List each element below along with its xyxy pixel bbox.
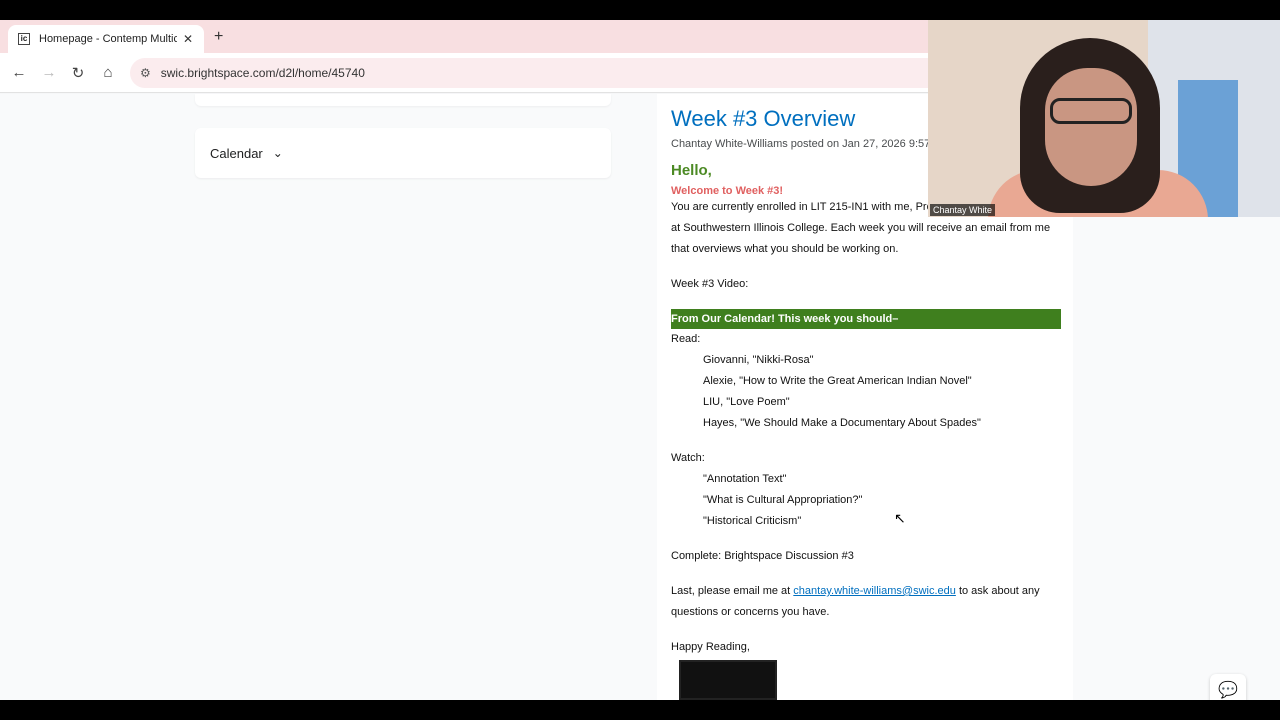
presenter-face	[1045, 68, 1137, 186]
site-info-icon[interactable]: ⚙	[140, 66, 151, 80]
presenter-name-label: Chantay White	[930, 204, 996, 216]
video-label: Week #3 Video:	[671, 278, 749, 290]
complete-line: Complete: Brightspace Discussion #3	[671, 550, 854, 562]
list-item: Alexie, "How to Write the Great American…	[703, 375, 972, 387]
back-icon[interactable]: ←	[10, 64, 28, 81]
signature-image	[679, 660, 777, 700]
reload-icon[interactable]: ↻	[69, 64, 87, 82]
watch-list: "Annotation Text" "What is Cultural Appr…	[671, 469, 1059, 532]
active-tab[interactable]: ic Homepage - Contemp Multicul ✕	[8, 25, 204, 53]
email-link[interactable]: chantay.white-williams@swic.edu	[793, 585, 956, 597]
list-item: "Historical Criticism"	[703, 515, 802, 527]
list-item: "What is Cultural Appropriation?"	[703, 494, 863, 506]
watch-label: Watch:	[671, 452, 705, 464]
chevron-down-icon[interactable]: ⌄	[273, 146, 283, 160]
calendar-widget-header[interactable]: Calendar ⌄	[195, 128, 611, 178]
email-paragraph: Last, please email me at chantay.white-w…	[671, 581, 1059, 623]
new-tab-icon[interactable]: +	[214, 28, 223, 46]
chat-icon[interactable]: 💬	[1210, 674, 1246, 700]
calendar-banner: From Our Calendar! This week you should–	[671, 309, 1061, 329]
brightspace-favicon-icon: ic	[18, 33, 30, 45]
post-body: You are currently enrolled in LIT 215-IN…	[671, 197, 1061, 700]
list-item: Hayes, "We Should Make a Documentary Abo…	[703, 417, 981, 429]
read-label: Read:	[671, 333, 701, 345]
list-item: LIU, "Love Poem"	[703, 396, 790, 408]
webcam-overlay: Chantay White	[928, 20, 1280, 217]
email-prefix: Last, please email me at	[671, 585, 791, 597]
list-item: "Annotation Text"	[703, 473, 787, 485]
url-text[interactable]: swic.brightspace.com/d2l/home/45740	[161, 66, 365, 80]
read-list: Giovanni, "Nikki-Rosa" Alexie, "How to W…	[671, 350, 1059, 434]
widget-card-bottom-edge	[195, 94, 611, 106]
presenter-glasses	[1050, 98, 1132, 124]
tab-title: Homepage - Contemp Multicul	[39, 33, 177, 45]
home-icon[interactable]: ⌂	[99, 64, 117, 81]
close-tab-icon[interactable]: ✕	[183, 32, 193, 46]
calendar-label: Calendar	[210, 145, 263, 161]
list-item: Giovanni, "Nikki-Rosa"	[703, 354, 814, 366]
forward-icon[interactable]: →	[40, 64, 58, 81]
signoff: Happy Reading,	[671, 641, 750, 653]
mouse-cursor-icon: ↖	[894, 510, 906, 526]
